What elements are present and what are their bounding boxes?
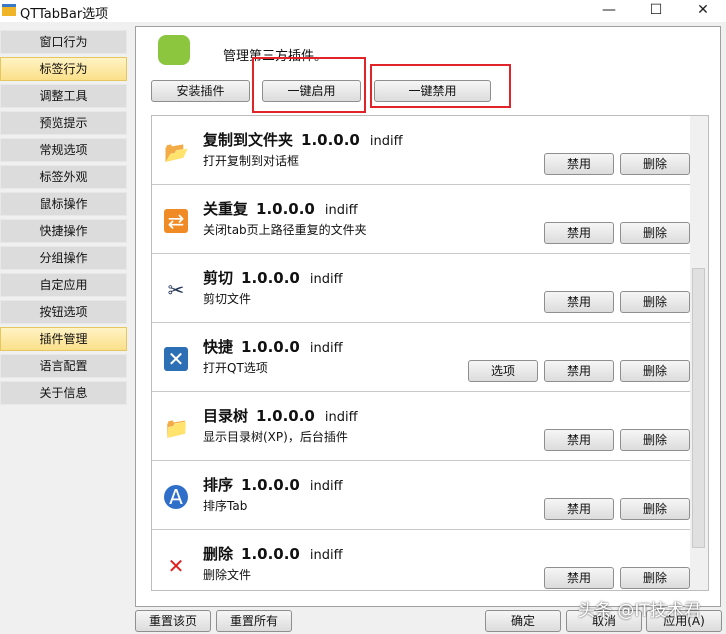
plugin-version: 1.0.0.0 — [256, 407, 315, 425]
plugin-row: ✂ 剪切 1.0.0.0 indiff 剪切文件 禁用 删除 — [152, 254, 690, 323]
sidebar-item[interactable]: 插件管理 — [0, 327, 127, 351]
disable-button[interactable]: 禁用 — [544, 360, 614, 382]
window-title: QTTabBar选项 — [20, 7, 109, 22]
plugin-list: 📂 复制到文件夹 1.0.0.0 indiff 打开复制到对话框 禁用 删除 ⇄ 关重… — [151, 115, 709, 591]
plugin-author: indiff — [324, 410, 358, 425]
close-button[interactable]: ✕ — [680, 0, 726, 22]
plugin-name: 剪切 1.0.0.0 indiff — [203, 267, 343, 288]
ok-button[interactable]: 确定 — [485, 610, 561, 632]
plugin-title: 快捷 — [203, 338, 234, 356]
maximize-button[interactable]: ☐ — [633, 0, 679, 22]
app-icon — [2, 4, 16, 16]
plugin-version: 1.0.0.0 — [241, 476, 300, 494]
sidebar-item[interactable]: 自定应用 — [0, 273, 127, 297]
sidebar-item[interactable]: 分组操作 — [0, 246, 127, 270]
delete-button[interactable]: 删除 — [620, 567, 690, 589]
plugin-author: indiff — [309, 548, 343, 563]
plugin-author: indiff — [369, 134, 403, 149]
highlight-box — [252, 57, 366, 113]
scissors-icon: ✂ — [167, 278, 185, 302]
plugin-name: 复制到文件夹 1.0.0.0 indiff — [203, 129, 403, 150]
delete-button[interactable]: 删除 — [620, 498, 690, 520]
plugin-description: 关闭tab页上路径重复的文件夹 — [203, 223, 367, 237]
disable-button[interactable]: 禁用 — [544, 153, 614, 175]
sidebar-item[interactable]: 关于信息 — [0, 381, 127, 405]
plugin-author: indiff — [309, 341, 343, 356]
plugin-title: 目录树 — [203, 407, 249, 425]
install-plugin-button[interactable]: 安装插件 — [151, 80, 250, 102]
sidebar-item[interactable]: 调整工具 — [0, 84, 127, 108]
disable-button[interactable]: 禁用 — [544, 291, 614, 313]
disable-button[interactable]: 禁用 — [544, 429, 614, 451]
plugin-author: indiff — [324, 203, 358, 218]
delete-button[interactable]: 删除 — [620, 222, 690, 244]
plugin-version: 1.0.0.0 — [256, 200, 315, 218]
delete-button[interactable]: 删除 — [620, 429, 690, 451]
sidebar-item[interactable]: 语言配置 — [0, 354, 127, 378]
scrollbar-thumb[interactable] — [692, 268, 705, 548]
plugin-title: 关重复 — [203, 200, 249, 218]
plugin-row: ⇄ 关重复 1.0.0.0 indiff 关闭tab页上路径重复的文件夹 禁用 删除 — [152, 185, 690, 254]
sidebar-item[interactable]: 鼠标操作 — [0, 192, 127, 216]
plugin-name: 目录树 1.0.0.0 indiff — [203, 405, 358, 426]
sidebar-item[interactable]: 标签外观 — [0, 165, 127, 189]
plugin-description: 排序Tab — [203, 499, 248, 513]
plugin-row: ✕ 快捷 1.0.0.0 indiff 打开QT选项 选项 禁用 删除 — [152, 323, 690, 392]
reset-page-button[interactable]: 重置该页 — [135, 610, 211, 632]
disable-button[interactable]: 禁用 — [544, 498, 614, 520]
plugin-row: 📁 目录树 1.0.0.0 indiff 显示目录树(XP)，后台插件 禁用 删除 — [152, 392, 690, 461]
plugin-description: 打开复制到对话框 — [203, 154, 300, 168]
tools-icon: ✕ — [164, 347, 188, 371]
copy-folder-icon: 📂 — [164, 140, 189, 164]
options-button[interactable]: 选项 — [468, 360, 538, 382]
plugin-author: indiff — [309, 272, 343, 287]
sidebar-item[interactable]: 快捷操作 — [0, 219, 127, 243]
plugin-description: 删除文件 — [203, 568, 252, 582]
sidebar-item[interactable]: 常规选项 — [0, 138, 127, 162]
plugin-title: 删除 — [203, 545, 234, 563]
delete-icon: ✕ — [167, 554, 185, 578]
plugin-name: 关重复 1.0.0.0 indiff — [203, 198, 358, 219]
delete-button[interactable]: 删除 — [620, 291, 690, 313]
highlight-box — [370, 64, 511, 108]
plugin-name: 删除 1.0.0.0 indiff — [203, 543, 343, 564]
title-bar: QTTabBar选项 — ☐ ✕ — [0, 0, 726, 22]
plugin-version: 1.0.0.0 — [241, 338, 300, 356]
plugin-title: 复制到文件夹 — [203, 131, 294, 149]
disable-button[interactable]: 禁用 — [544, 222, 614, 244]
sidebar-item[interactable]: 窗口行为 — [0, 30, 127, 54]
puzzle-icon — [158, 35, 190, 65]
sort-icon: A — [164, 485, 188, 509]
folder-tree-icon: 📁 — [164, 416, 189, 440]
plugin-panel: 管理第三方插件。 安装插件 一键启用 一键禁用 📂 复制到文件夹 1.0.0.0 i… — [135, 26, 721, 607]
scrollbar[interactable] — [690, 116, 708, 590]
minimize-button[interactable]: — — [586, 0, 632, 22]
plugin-name: 快捷 1.0.0.0 indiff — [203, 336, 343, 357]
sidebar-item[interactable]: 标签行为 — [0, 57, 127, 81]
delete-button[interactable]: 删除 — [620, 153, 690, 175]
delete-button[interactable]: 删除 — [620, 360, 690, 382]
plugin-author: indiff — [309, 479, 343, 494]
sidebar-item[interactable]: 按钮选项 — [0, 300, 127, 324]
plugin-title: 排序 — [203, 476, 234, 494]
plugin-row: A 排序 1.0.0.0 indiff 排序Tab 禁用 删除 — [152, 461, 690, 530]
plugin-version: 1.0.0.0 — [301, 131, 360, 149]
plugin-name: 排序 1.0.0.0 indiff — [203, 474, 343, 495]
sidebar-item[interactable]: 预览提示 — [0, 111, 127, 135]
plugin-description: 剪切文件 — [203, 292, 252, 306]
plugin-description: 显示目录树(XP)，后台插件 — [203, 430, 348, 444]
plugin-version: 1.0.0.0 — [241, 545, 300, 563]
plugin-row: ✕ 删除 1.0.0.0 indiff 删除文件 禁用 删除 — [152, 530, 690, 590]
plugin-description: 打开QT选项 — [203, 361, 268, 375]
plugin-row: 📂 复制到文件夹 1.0.0.0 indiff 打开复制到对话框 禁用 删除 — [152, 116, 690, 185]
dedupe-icon: ⇄ — [164, 209, 188, 233]
plugin-version: 1.0.0.0 — [241, 269, 300, 287]
watermark: 头条 @IT技术君 — [578, 601, 701, 621]
disable-button[interactable]: 禁用 — [544, 567, 614, 589]
plugin-title: 剪切 — [203, 269, 234, 287]
sidebar: 窗口行为标签行为调整工具预览提示常规选项标签外观鼠标操作快捷操作分组操作自定应用… — [0, 30, 127, 408]
reset-all-button[interactable]: 重置所有 — [216, 610, 292, 632]
